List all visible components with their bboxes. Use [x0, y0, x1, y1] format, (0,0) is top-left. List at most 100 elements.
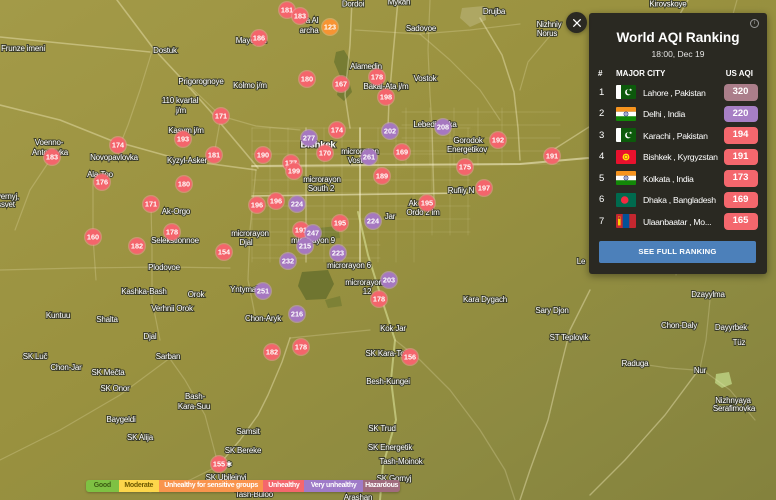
svg-text:Serafimovka: Serafimovka — [713, 404, 756, 413]
svg-text:182: 182 — [131, 242, 143, 251]
svg-text:224: 224 — [291, 200, 304, 209]
svg-text:192: 192 — [492, 136, 504, 145]
svg-text:Gorodok: Gorodok — [453, 136, 483, 145]
svg-text:Tüz: Tüz — [733, 338, 746, 347]
svg-text:Bash-: Bash- — [185, 392, 205, 401]
svg-text:SK Luč: SK Luč — [23, 352, 48, 361]
svg-text:182: 182 — [266, 348, 278, 357]
svg-text:microrayon: microrayon — [231, 229, 269, 238]
svg-text:j/m: j/m — [175, 106, 187, 115]
svg-text:microrayon: microrayon — [303, 175, 341, 184]
svg-text:154: 154 — [218, 248, 231, 257]
svg-text:Orok: Orok — [188, 290, 206, 299]
svg-text:Drujba: Drujba — [483, 7, 506, 16]
svg-text:178: 178 — [371, 73, 383, 82]
svg-text:170: 170 — [319, 149, 331, 158]
svg-text:174: 174 — [331, 126, 344, 135]
svg-text:155: 155 — [213, 460, 225, 469]
svg-text:160: 160 — [87, 233, 99, 242]
svg-text:Dostuk: Dostuk — [153, 46, 178, 55]
svg-text:186: 186 — [253, 34, 265, 43]
svg-text:199: 199 — [288, 167, 300, 176]
svg-text:SK Bereke: SK Bereke — [225, 446, 262, 455]
svg-text:Nur: Nur — [694, 366, 707, 375]
svg-text:191: 191 — [546, 152, 558, 161]
svg-text:208: 208 — [437, 123, 449, 132]
svg-text:203: 203 — [383, 276, 395, 285]
svg-text:196: 196 — [270, 197, 282, 206]
svg-text:178: 178 — [295, 343, 307, 352]
svg-text:Nizhniy: Nizhniy — [537, 20, 562, 29]
svg-text:123: 123 — [324, 23, 336, 32]
svg-text:ssvet: ssvet — [0, 200, 16, 209]
svg-text:ST Teplovik: ST Teplovik — [550, 333, 590, 342]
svg-text:174: 174 — [112, 141, 125, 150]
svg-text:Samsit: Samsit — [236, 427, 260, 436]
svg-text:167: 167 — [335, 80, 347, 89]
svg-text:Besh-Kungei: Besh-Kungei — [366, 377, 410, 386]
svg-text:202: 202 — [384, 127, 396, 136]
svg-text:175: 175 — [459, 163, 471, 172]
svg-text:181: 181 — [281, 6, 293, 15]
svg-text:Kok Jar: Kok Jar — [380, 324, 406, 333]
svg-text:Energetikov: Energetikov — [447, 145, 487, 154]
svg-text:Kolmo j/m: Kolmo j/m — [233, 81, 267, 90]
svg-text:171: 171 — [145, 200, 157, 209]
svg-text:Ak: Ak — [409, 199, 419, 208]
svg-text:216: 216 — [291, 310, 303, 319]
svg-text:South 2: South 2 — [308, 184, 335, 193]
svg-text:Sadovoe: Sadovoe — [406, 24, 437, 33]
svg-text:193: 193 — [177, 135, 189, 144]
svg-text:SK Mečta: SK Mečta — [91, 368, 125, 377]
svg-text:SK Trud: SK Trud — [368, 424, 396, 433]
svg-text:Le: Le — [577, 257, 586, 266]
svg-text:archa: archa — [299, 26, 319, 35]
svg-text:223: 223 — [332, 249, 344, 258]
svg-text:195: 195 — [421, 199, 433, 208]
svg-text:Kirovskoye: Kirovskoye — [649, 0, 687, 8]
svg-text:261: 261 — [363, 153, 375, 162]
svg-text:Djal: Djal — [144, 332, 157, 341]
svg-text:169: 169 — [396, 148, 408, 157]
svg-text:190: 190 — [257, 151, 269, 160]
svg-text:Frunze imeni: Frunze imeni — [1, 44, 45, 53]
svg-text:251: 251 — [257, 287, 269, 296]
svg-text:178: 178 — [166, 228, 178, 237]
svg-text:197: 197 — [478, 184, 490, 193]
svg-text:189: 189 — [376, 172, 388, 181]
svg-text:198: 198 — [380, 93, 392, 102]
svg-text:Chon-Daly: Chon-Daly — [661, 321, 697, 330]
svg-text:SK Alija: SK Alija — [127, 433, 154, 442]
svg-text:Tash-Moinok: Tash-Moinok — [379, 457, 423, 466]
svg-text:277: 277 — [303, 134, 315, 143]
svg-text:microrayon 6: microrayon 6 — [327, 261, 372, 270]
svg-text:Dordoi: Dordoi — [342, 0, 365, 8]
svg-text:181: 181 — [208, 151, 220, 160]
svg-text:247: 247 — [307, 229, 319, 238]
svg-text:232: 232 — [282, 257, 294, 266]
svg-text:Chon-Aryk: Chon-Aryk — [245, 314, 282, 323]
svg-text:Arashan: Arashan — [344, 493, 372, 500]
svg-text:Kara Dygach: Kara Dygach — [463, 295, 507, 304]
svg-text:Rufiiy N: Rufiiy N — [448, 186, 475, 195]
svg-text:Kyzyl-Asker: Kyzyl-Asker — [167, 156, 208, 165]
svg-text:Shalta: Shalta — [96, 315, 118, 324]
svg-text:Raduga: Raduga — [622, 359, 650, 368]
svg-text:Chon-Jar: Chon-Jar — [50, 363, 82, 372]
svg-text:Voenno-: Voenno- — [35, 138, 64, 147]
svg-text:Djal: Djal — [240, 238, 253, 247]
svg-text:176: 176 — [96, 178, 108, 187]
svg-text:Norus: Norus — [537, 29, 558, 38]
svg-text:Sary Djon: Sary Djon — [535, 306, 568, 315]
svg-text:171: 171 — [215, 112, 227, 121]
svg-text:Dayyrbek: Dayyrbek — [715, 323, 748, 332]
svg-text:12: 12 — [363, 287, 372, 296]
svg-text:SK Energetik: SK Energetik — [368, 443, 413, 452]
svg-text:Kashka-Bash: Kashka-Bash — [121, 287, 166, 296]
svg-text:215: 215 — [299, 242, 311, 251]
svg-text:180: 180 — [178, 180, 190, 189]
svg-text:Ak-Orgo: Ak-Orgo — [162, 207, 191, 216]
svg-text:Kara-Suu: Kara-Suu — [178, 402, 210, 411]
svg-text:Kuntuu: Kuntuu — [46, 311, 70, 320]
svg-text:SK Onor: SK Onor — [100, 384, 130, 393]
